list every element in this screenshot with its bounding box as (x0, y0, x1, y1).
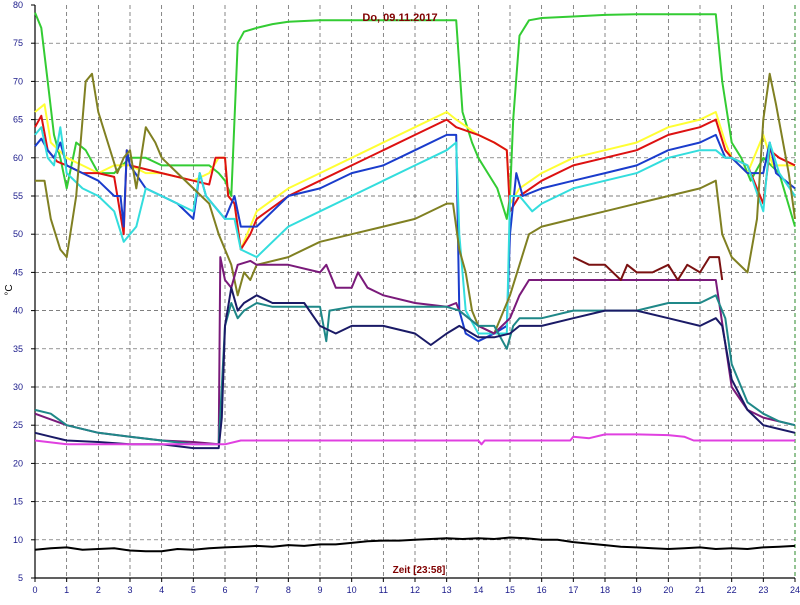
x-tick-label: 14 (473, 585, 483, 595)
x-tick-label: 7 (254, 585, 259, 595)
x-tick-label: 16 (537, 585, 547, 595)
y-tick-label: 60 (13, 153, 23, 163)
y-tick-label: 40 (13, 306, 23, 316)
temperature-chart: 0 1 2 3 4 5 6 7 8 9 10 11 12 13 14 15 16 17 18 19 20 21 22 23 24… (0, 0, 800, 600)
y-tick-label: 15 (13, 497, 23, 507)
x-tick-label: 22 (727, 585, 737, 595)
y-tick-label: 65 (13, 115, 23, 125)
x-tick-label: 20 (663, 585, 673, 595)
y-tick-label: 25 (13, 420, 23, 430)
y-tick-label: 50 (13, 229, 23, 239)
x-tick-label: 18 (600, 585, 610, 595)
chart-title: Do, 09.11.2017 (362, 12, 437, 24)
y-tick-label: 80 (13, 0, 23, 10)
x-tick-label: 10 (347, 585, 357, 595)
x-tick-label: 11 (379, 585, 388, 595)
y-tick-label: 35 (13, 344, 23, 354)
x-tick-label: 23 (758, 585, 768, 595)
x-tick-label: 12 (410, 585, 420, 595)
x-tick-label: 13 (442, 585, 452, 595)
x-tick-label: 17 (568, 585, 578, 595)
chart-svg: 0 1 2 3 4 5 6 7 8 9 10 11 12 13 14 15 16 17 18 19 20 21 22 23 24… (0, 0, 800, 600)
x-tick-label: 0 (32, 585, 37, 595)
x-tick-label: 9 (317, 585, 322, 595)
x-tick-label: 15 (505, 585, 515, 595)
y-axis-label: °C (4, 284, 15, 295)
x-tick-label: 6 (222, 585, 227, 595)
y-tick-label: 10 (13, 535, 23, 545)
x-tick-label: 5 (191, 585, 196, 595)
y-tick-label: 45 (13, 267, 23, 277)
x-axis-label: Zeit [23:58] (393, 565, 446, 576)
x-tick-label: 21 (695, 585, 705, 595)
y-tick-label: 75 (13, 38, 23, 48)
x-tick-label: 1 (64, 585, 69, 595)
x-tick-label: 4 (159, 585, 164, 595)
x-tick-label: 2 (96, 585, 101, 595)
y-tick-label: 70 (13, 76, 23, 86)
x-tick-label: 19 (632, 585, 642, 595)
x-tick-label: 24 (790, 585, 800, 595)
x-tick-label: 8 (286, 585, 291, 595)
y-tick-label: 30 (13, 382, 23, 392)
y-tick-label: 5 (18, 573, 23, 583)
y-tick-label: 20 (13, 458, 23, 468)
x-tick-label: 3 (127, 585, 132, 595)
y-tick-label: 55 (13, 191, 23, 201)
